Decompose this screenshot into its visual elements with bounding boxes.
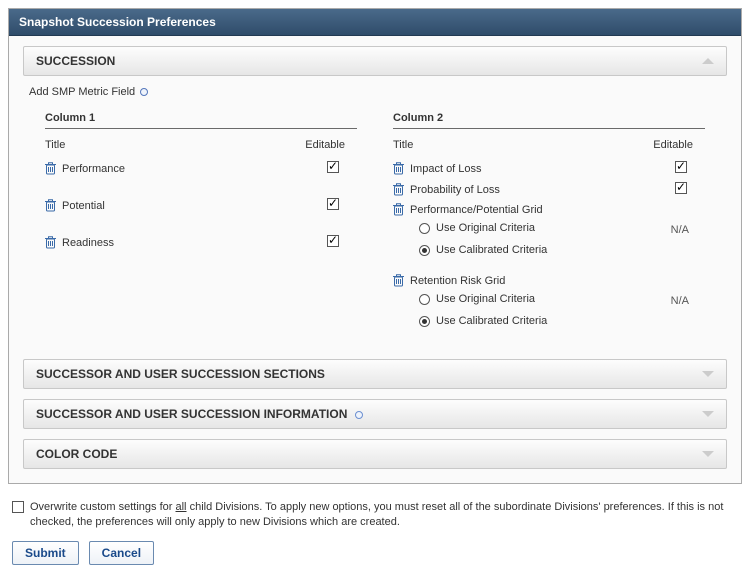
editable-checkbox[interactable] [675,161,687,173]
expand-icon [702,411,714,417]
add-smp-metric-link[interactable]: Add SMP Metric Field [29,86,148,98]
section-successor-info-label: SUCCESSOR AND USER SUCCESSION INFORMATIO… [36,407,363,421]
button-bar: Submit Cancel [12,541,738,565]
overwrite-option: Overwrite custom settings for all child … [12,500,738,531]
overwrite-text: Overwrite custom settings for all child … [30,500,738,531]
col1-row: Readiness [45,235,357,250]
col1-row: Potential [45,198,357,213]
column-1: Column 1 Title Editable Performance Poten… [45,112,357,345]
section-successor-info[interactable]: SUCCESSOR AND USER SUCCESSION INFORMATIO… [23,399,727,429]
criteria-radio[interactable] [419,245,430,256]
trash-icon[interactable] [393,183,404,196]
editable-na: N/A [671,295,705,307]
col1-title-label: Title [45,139,65,151]
metric-title: Readiness [62,237,114,249]
section-succession[interactable]: SUCCESSION [23,46,727,76]
editable-checkbox[interactable] [675,182,687,194]
expand-icon [702,451,714,457]
grid-title: Performance/Potential Grid [410,204,543,216]
criteria-radio[interactable] [419,294,430,305]
trash-icon[interactable] [393,274,404,287]
criteria-label: Use Original Criteria [436,222,535,234]
section-successor-sections[interactable]: SUCCESSOR AND USER SUCCESSION SECTIONS [23,359,727,389]
col1-row: Performance [45,161,357,176]
grid-title: Retention Risk Grid [410,275,505,287]
editable-checkbox[interactable] [327,161,339,173]
trash-icon[interactable] [45,236,56,249]
columns-container: Column 1 Title Editable Performance Poten… [23,112,727,359]
trash-icon[interactable] [45,199,56,212]
editable-checkbox[interactable] [327,235,339,247]
column-2: Column 2 Title Editable Impact of Loss Pr… [393,112,705,345]
metric-title: Performance [62,163,125,175]
column-1-heading: Column 1 [45,112,357,129]
preferences-panel: Snapshot Succession Preferences SUCCESSI… [8,8,742,484]
collapse-icon [702,58,714,64]
col1-editable-label: Editable [305,139,345,151]
cancel-button[interactable]: Cancel [89,541,154,565]
section-color-code[interactable]: COLOR CODE [23,439,727,469]
col2-row: Probability of Loss [393,182,705,197]
col2-title-label: Title [393,139,413,151]
criteria-radio[interactable] [419,316,430,327]
column-2-labels: Title Editable [393,139,705,151]
grid-block: Retention Risk Grid Use Original Criteria… [393,274,705,331]
overwrite-checkbox[interactable] [12,501,24,513]
col2-row: Impact of Loss [393,161,705,176]
criteria-label: Use Calibrated Criteria [436,315,547,327]
metric-title: Probability of Loss [410,184,500,196]
section-successor-sections-label: SUCCESSOR AND USER SUCCESSION SECTIONS [36,367,325,381]
grid-block: Performance/Potential Grid Use Original C… [393,203,705,260]
trash-icon[interactable] [393,203,404,216]
trash-icon[interactable] [393,162,404,175]
submit-button[interactable]: Submit [12,541,79,565]
trash-icon[interactable] [45,162,56,175]
metric-title: Potential [62,200,105,212]
editable-checkbox[interactable] [327,198,339,210]
help-icon[interactable] [355,411,363,419]
editable-na: N/A [671,224,705,236]
metric-title: Impact of Loss [410,163,482,175]
panel-body: SUCCESSION Add SMP Metric Field Column 1… [9,36,741,483]
section-succession-label: SUCCESSION [36,54,115,68]
expand-icon [702,371,714,377]
column-2-heading: Column 2 [393,112,705,129]
criteria-label: Use Calibrated Criteria [436,244,547,256]
add-link-label: Add SMP Metric Field [29,86,135,98]
add-icon [140,88,148,96]
panel-title: Snapshot Succession Preferences [9,9,741,36]
col2-editable-label: Editable [653,139,693,151]
criteria-label: Use Original Criteria [436,293,535,305]
section-color-code-label: COLOR CODE [36,447,117,461]
criteria-radio[interactable] [419,223,430,234]
column-1-labels: Title Editable [45,139,357,151]
